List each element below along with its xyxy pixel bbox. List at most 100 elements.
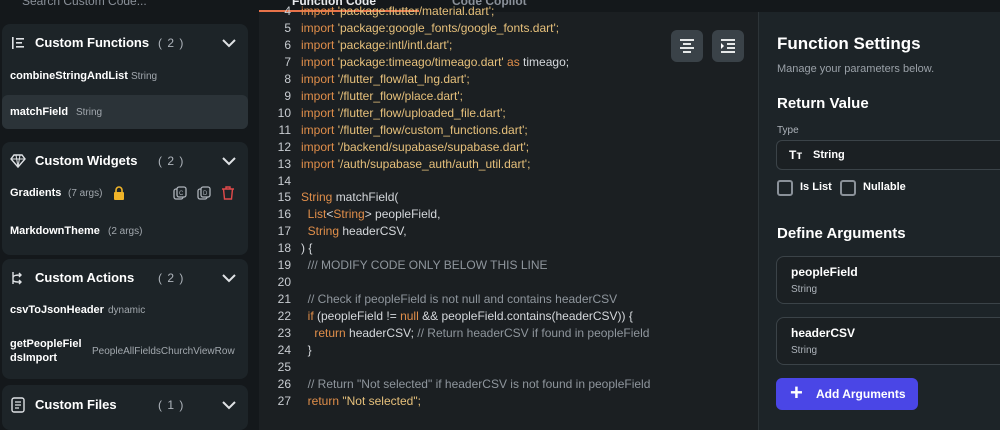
code-token: '/backend/supabase/supabase.dart';	[337, 139, 530, 154]
define-arguments-heading: Define Arguments	[777, 225, 906, 242]
code-line[interactable]: 18) {	[259, 241, 758, 258]
line-content: /// MODIFY CODE ONLY BELOW THIS LINE	[301, 258, 548, 272]
code-line[interactable]: 24 }	[259, 343, 758, 360]
function-settings-panel: Function Settings Manage your parameters…	[758, 12, 1000, 430]
item-args: (2 args)	[108, 226, 143, 237]
panel-title: Function Settings	[777, 34, 921, 53]
line-number: 5	[284, 20, 291, 35]
line-number: 9	[284, 88, 291, 103]
argument-peoplefield[interactable]: peopleField String	[776, 256, 1000, 304]
code-token: import	[301, 88, 338, 103]
code-line[interactable]: 12 import '/backend/supabase/supabase.dar…	[259, 140, 758, 157]
code-line[interactable]: 14	[259, 174, 758, 191]
code-token: import	[301, 4, 338, 18]
chevron-down-icon[interactable]	[220, 34, 238, 52]
code-token: String	[301, 224, 343, 239]
code-token: null	[400, 309, 419, 324]
code-token: // Return headerCSV if found in peopleFi…	[417, 326, 650, 341]
widget-item-markdowntheme[interactable]: MarkdownTheme (2 args)	[2, 214, 248, 248]
code-token: import	[301, 20, 338, 35]
add-arguments-button[interactable]: + Add Arguments	[776, 378, 918, 410]
code-line[interactable]: 13 import '/auth/supabase_auth/auth_util.…	[259, 157, 758, 174]
copy-icon[interactable]: C	[173, 186, 187, 200]
code-token: }	[301, 343, 312, 357]
line-number: 26	[277, 376, 291, 391]
code-line[interactable]: 23 return headerCSV; // Return headerCSV…	[259, 326, 758, 343]
section-header-widgets[interactable]: Custom Widgets ( 2 )	[2, 142, 248, 178]
line-content: import '/backend/supabase/supabase.dart'…	[301, 140, 529, 154]
code-token: import	[301, 156, 338, 171]
code-line[interactable]: 16 List<String> peopleField,	[259, 207, 758, 224]
line-content: ) {	[301, 241, 312, 255]
section-header-actions[interactable]: Custom Actions ( 2 )	[2, 259, 248, 295]
nullable-checkbox[interactable]	[840, 180, 856, 196]
code-line[interactable]: 21 // Check if peopleField is not null a…	[259, 292, 758, 309]
format-code-button[interactable]	[671, 30, 703, 62]
code-editor[interactable]: 4 import 'package:flutter/material.dart';…	[259, 4, 758, 430]
diamond-icon	[10, 154, 26, 169]
code-token: 'package:google_fonts/google_fonts.dart'…	[337, 20, 560, 35]
return-type-select[interactable]: Tт String	[776, 140, 1000, 170]
code-line[interactable]: 8 import '/flutter_flow/lat_lng.dart';	[259, 72, 758, 89]
section-custom-actions: Custom Actions ( 2 ) csvToJsonHeader dyn…	[2, 259, 248, 379]
action-item-getpeoplefieldsimport[interactable]: getPeopleFiel dsImport PeopleAllFieldsCh…	[2, 333, 248, 375]
item-name: matchField	[10, 106, 69, 118]
code-line[interactable]: 22 if (peopleField != null && peopleFiel…	[259, 309, 758, 326]
code-line[interactable]: 15 String matchField(	[259, 190, 758, 207]
line-content: }	[301, 343, 312, 357]
line-content: import '/auth/supabase_auth/auth_util.da…	[301, 157, 530, 171]
code-line[interactable]: 25	[259, 360, 758, 377]
code-line[interactable]: 19 /// MODIFY CODE ONLY BELOW THIS LINE	[259, 258, 758, 275]
line-content: import '/flutter_flow/custom_functions.d…	[301, 123, 528, 137]
type-label: Type	[777, 125, 799, 136]
code-line[interactable]: 10 import '/flutter_flow/uploaded_file.da…	[259, 106, 758, 123]
action-item-csvtojsonheader[interactable]: csvToJsonHeader dynamic	[2, 295, 248, 329]
code-token: ) {	[301, 241, 313, 256]
file-icon	[11, 397, 25, 413]
code-token: "Not selected";	[342, 393, 421, 408]
code-token: import	[301, 37, 338, 52]
indent-icon	[721, 39, 735, 53]
chevron-down-icon[interactable]	[220, 396, 238, 414]
code-token: import	[301, 139, 338, 154]
line-content: import '/flutter_flow/lat_lng.dart';	[301, 72, 470, 86]
code-token: > peopleField,	[364, 207, 441, 222]
code-token: (peopleField !=	[317, 309, 401, 324]
code-line[interactable]: 4 import 'package:flutter/material.dart';	[259, 4, 758, 21]
widget-item-gradients[interactable]: Gradients (7 args) C D	[2, 178, 248, 212]
line-content: List<String> peopleField,	[301, 207, 441, 222]
code-line[interactable]: 20	[259, 275, 758, 292]
text-type-icon: Tт	[789, 148, 803, 162]
function-item-combinestringandlist[interactable]: combineStringAndList String	[2, 60, 248, 94]
chevron-down-icon[interactable]	[220, 152, 238, 170]
argument-name: headerCSV	[791, 326, 856, 340]
item-return-type: String	[76, 107, 103, 118]
code-line[interactable]: 9 import '/flutter_flow/place.dart';	[259, 89, 758, 106]
code-token: '/auth/supabase_auth/auth_util.dart';	[337, 156, 531, 171]
code-token: import	[301, 105, 338, 120]
argument-type: String	[791, 284, 818, 295]
section-title: Custom Actions	[35, 270, 135, 285]
code-line[interactable]: 27 return "Not selected";	[259, 394, 758, 411]
section-header-files[interactable]: Custom Files ( 1 )	[2, 385, 248, 421]
line-number: 15	[277, 190, 291, 205]
line-number: 19	[277, 258, 291, 273]
indent-code-button[interactable]	[712, 30, 744, 62]
search-input[interactable]: Search Custom Code...	[22, 0, 147, 8]
function-item-matchfield[interactable]: matchField String	[2, 95, 248, 129]
code-line[interactable]: 26 // Return "Not selected" if headerCSV…	[259, 377, 758, 394]
code-token: 'package:timeago/timeago.dart'	[337, 54, 504, 69]
code-token: headerCSV,	[342, 224, 407, 239]
chevron-down-icon[interactable]	[220, 269, 238, 287]
trash-icon[interactable]	[221, 186, 235, 200]
argument-headercsv[interactable]: headerCSV String	[776, 317, 1000, 365]
section-header-functions[interactable]: Custom Functions ( 2 )	[2, 24, 248, 60]
align-center-icon	[680, 39, 694, 53]
section-count: ( 2 )	[158, 154, 185, 168]
is-list-checkbox[interactable]	[777, 180, 793, 196]
code-line[interactable]: 11 import '/flutter_flow/custom_functions…	[259, 123, 758, 140]
duplicate-icon[interactable]: D	[197, 186, 211, 200]
line-content: import 'package:google_fonts/google_font…	[301, 21, 559, 35]
argument-name: peopleField	[791, 265, 858, 279]
code-line[interactable]: 17 String headerCSV,	[259, 224, 758, 241]
